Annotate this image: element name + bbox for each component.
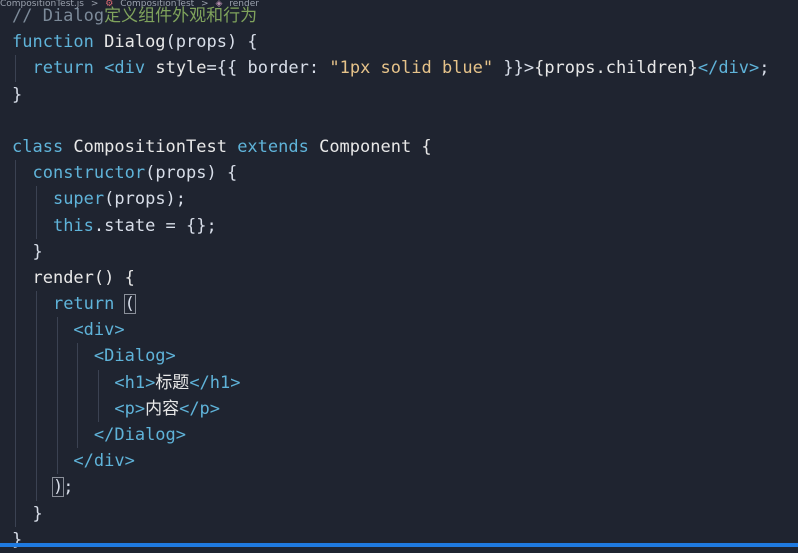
indent-guide	[15, 291, 16, 318]
indent-guide	[77, 395, 78, 422]
code-line-3: return <div style={{ border: "1px solid …	[12, 55, 798, 82]
indent-guide	[36, 474, 37, 501]
indent-guide	[36, 448, 37, 475]
indent-guide	[15, 369, 16, 396]
indent-guide	[57, 395, 58, 422]
indent-guide	[15, 317, 16, 344]
indent-guide	[15, 264, 16, 292]
status-bar	[0, 543, 798, 547]
indent-guide	[98, 369, 99, 396]
indent-guide	[57, 317, 58, 344]
indent-guide	[15, 448, 16, 475]
indent-guide	[57, 343, 58, 370]
code-line-6: class CompositionTest extends Component …	[12, 136, 432, 157]
indent-guide	[15, 238, 16, 265]
code-line-4: }	[12, 84, 23, 105]
indent-guide	[57, 448, 58, 475]
code-line-1: // Dialog定义组件外观和行为	[12, 6, 258, 26]
indent-guide	[15, 500, 16, 527]
code-line-2: function Dialog(props) {	[12, 32, 258, 53]
indent-guide	[98, 395, 99, 422]
code-line-10: }	[12, 238, 798, 265]
code-line-9: this.state = {};	[12, 212, 798, 239]
code-line-13: <div>	[12, 317, 798, 344]
indent-guide	[77, 422, 78, 449]
indent-guide	[15, 186, 16, 213]
matching-bracket: )	[51, 477, 65, 498]
indent-guide	[36, 343, 37, 370]
indent-guide	[77, 369, 78, 396]
code-line-15: <h1>标题</h1>	[12, 369, 798, 396]
code-line-21: }	[12, 529, 23, 550]
indent-guide	[15, 422, 16, 449]
indent-guide	[36, 422, 37, 449]
indent-guide	[36, 291, 37, 318]
indent-guide	[15, 212, 16, 239]
code-line-11: render() {	[12, 264, 798, 292]
indent-guide	[57, 422, 58, 449]
indent-guide	[15, 474, 16, 501]
indent-guide	[15, 55, 16, 82]
code-line-14: <Dialog>	[12, 343, 798, 370]
matching-bracket: (	[123, 294, 136, 315]
code-line-8: super(props);	[12, 186, 798, 213]
indent-guide	[36, 212, 37, 239]
code-line-7: constructor(props) {	[12, 160, 798, 187]
indent-guide	[36, 395, 37, 422]
indent-guide	[57, 369, 58, 396]
indent-guide	[15, 343, 16, 370]
code-line-17: </Dialog>	[12, 422, 798, 449]
code-line-19: );	[12, 474, 798, 501]
indent-guide	[36, 317, 37, 344]
indent-guide	[36, 369, 37, 396]
indent-guide	[36, 186, 37, 213]
code-line-18: </div>	[12, 448, 798, 475]
code-line-12: return (	[12, 291, 798, 318]
code-line-20: }	[12, 500, 798, 527]
indent-guide	[15, 160, 16, 187]
code-line-16: <p>内容</p>	[12, 395, 798, 422]
indent-guide	[77, 343, 78, 370]
code-editor[interactable]: // Dialog定义组件外观和行为 function Dialog(props…	[12, 3, 798, 553]
indent-guide	[15, 395, 16, 422]
